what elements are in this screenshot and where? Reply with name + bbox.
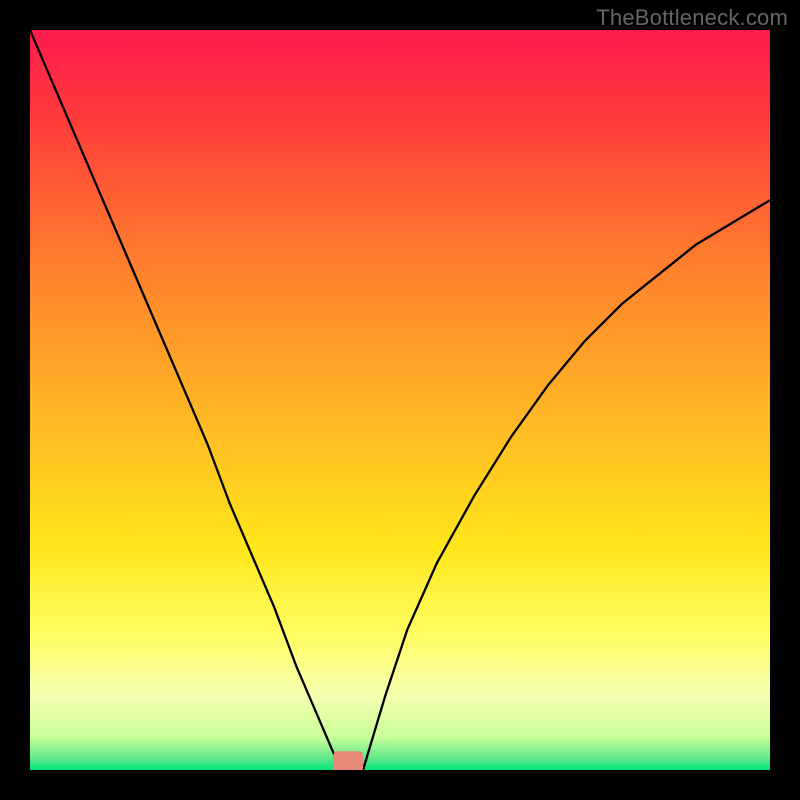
optimal-point-marker (333, 751, 363, 770)
heatmap-background (30, 30, 770, 770)
watermark-text: TheBottleneck.com (596, 5, 788, 31)
chart-frame: TheBottleneck.com (0, 0, 800, 800)
plot-area (30, 30, 770, 770)
chart-svg (30, 30, 770, 770)
